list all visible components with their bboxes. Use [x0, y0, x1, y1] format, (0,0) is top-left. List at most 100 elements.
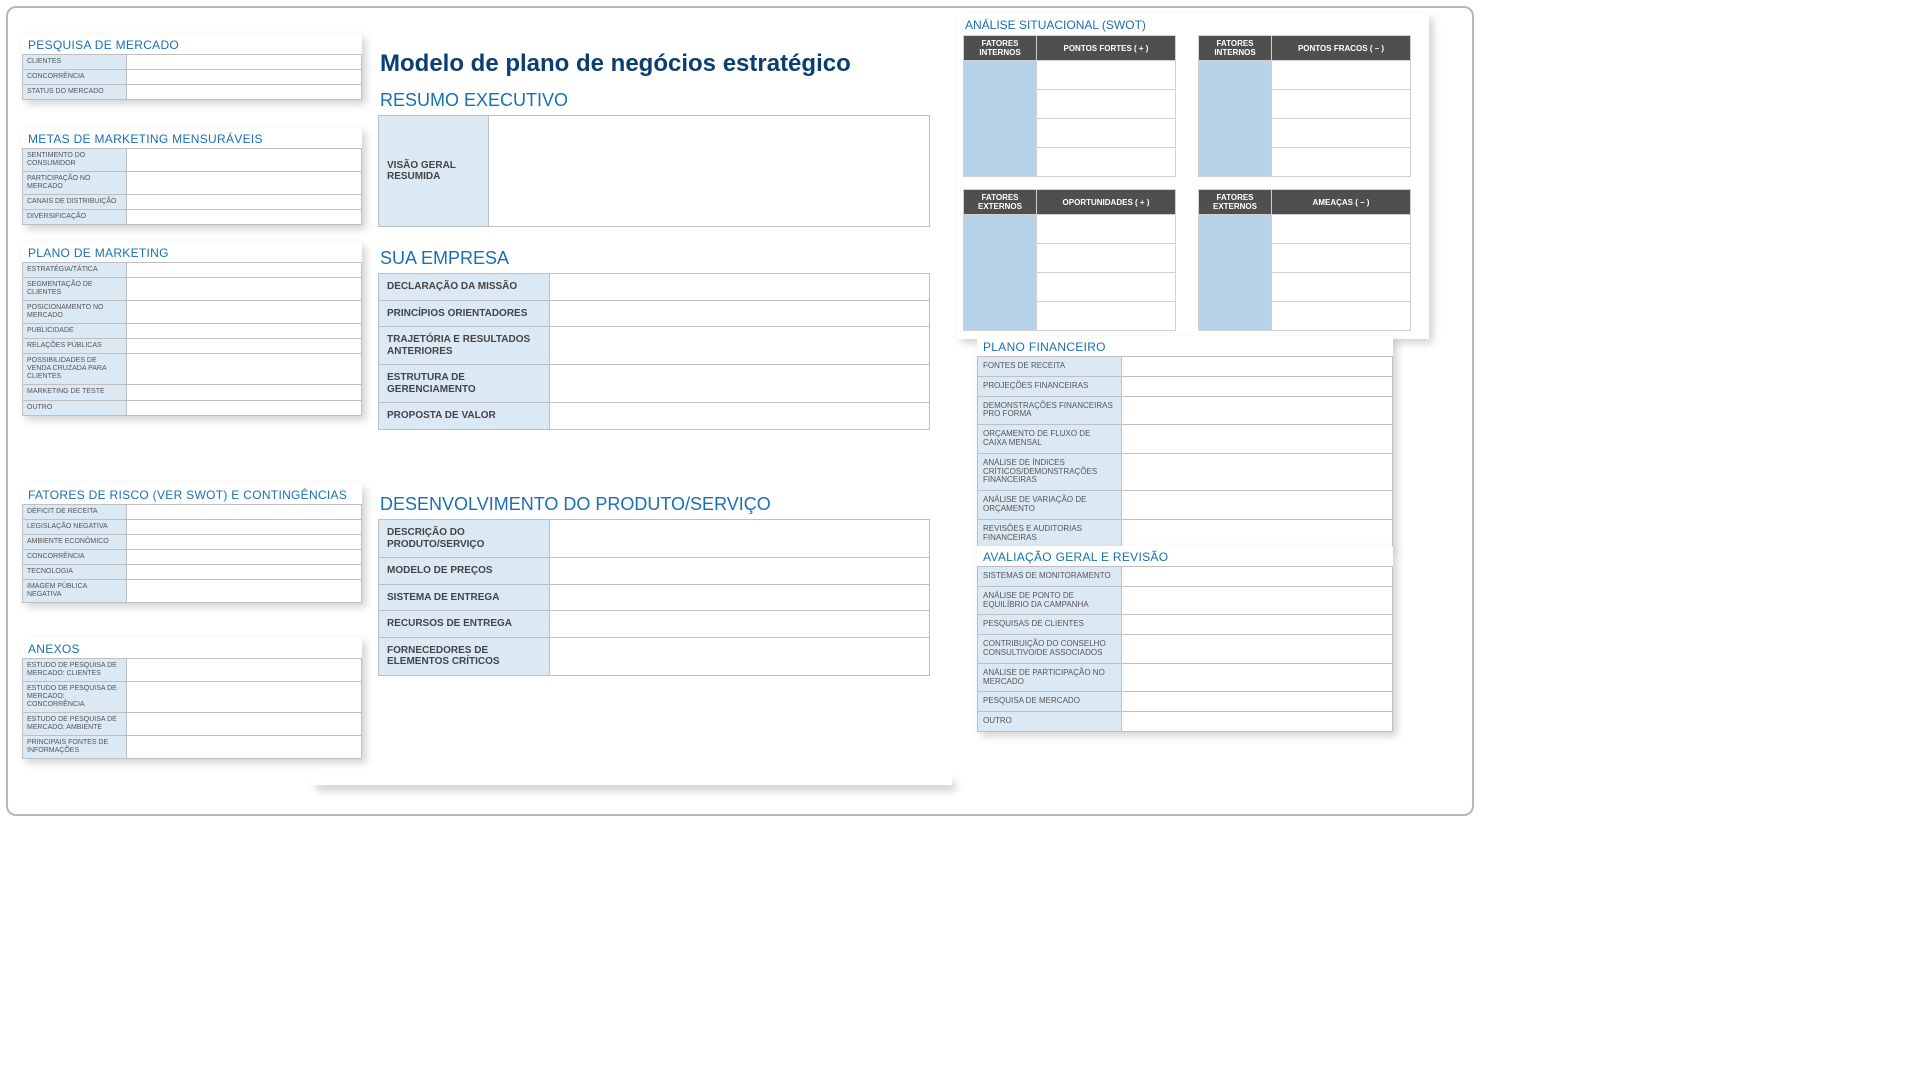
row-value[interactable]: [126, 550, 361, 565]
swot-cell[interactable]: [1272, 148, 1411, 177]
row-value[interactable]: [126, 301, 361, 324]
row-label: CONCORRÊNCIA: [23, 550, 127, 565]
row-value[interactable]: [1121, 453, 1392, 490]
swot-cell[interactable]: [1272, 302, 1411, 331]
row-label: PUBLICIDADE: [23, 324, 127, 339]
swot-cell[interactable]: [1037, 61, 1176, 90]
row-value[interactable]: [126, 520, 361, 535]
table-pesquisa-mercado: CLIENTES CONCORRÊNCIA STATUS DO MERCADO: [22, 54, 362, 100]
swot-cell[interactable]: [1037, 302, 1176, 331]
row-value[interactable]: [126, 565, 361, 580]
table-row: PESQUISA DE MERCADO: [978, 692, 1393, 712]
row-value[interactable]: [550, 403, 930, 430]
row-value[interactable]: [126, 55, 361, 70]
swot-body-header: AMEAÇAS ( – ): [1272, 190, 1411, 215]
table-metas-marketing: SENTIMENTO DO CONSUMIDOR PARTICIPAÇÃO NO…: [22, 148, 362, 225]
swot-row: [1199, 61, 1411, 90]
row-value[interactable]: [1121, 519, 1392, 548]
table-row: CONCORRÊNCIA: [23, 70, 362, 85]
row-label: RELAÇÕES PÚBLICAS: [23, 339, 127, 354]
table-row: DESCRIÇÃO DO PRODUTO/SERVIÇO: [379, 520, 930, 558]
swot-side-cell[interactable]: [1199, 215, 1272, 331]
row-value[interactable]: [550, 274, 930, 301]
row-value[interactable]: [126, 263, 361, 278]
row-value[interactable]: [126, 659, 361, 682]
row-value[interactable]: [550, 584, 930, 611]
row-value[interactable]: [1121, 712, 1392, 732]
swot-cell[interactable]: [1037, 215, 1176, 244]
swot-cell[interactable]: [1272, 61, 1411, 90]
row-value[interactable]: [126, 713, 361, 736]
card-avaliacao-geral: AVALIAÇÃO GERAL E REVISÃO SISTEMAS DE MO…: [977, 546, 1393, 732]
swot-side-cell[interactable]: [964, 61, 1037, 177]
row-value[interactable]: [550, 300, 930, 327]
row-value[interactable]: [126, 70, 361, 85]
row-value[interactable]: [126, 682, 361, 713]
row-value[interactable]: [126, 400, 361, 415]
row-label: DECLARAÇÃO DA MISSÃO: [379, 274, 550, 301]
row-value[interactable]: [550, 365, 930, 403]
row-value[interactable]: [126, 385, 361, 400]
row-value[interactable]: [1121, 567, 1392, 587]
swot-cell[interactable]: [1037, 119, 1176, 148]
row-value[interactable]: [1121, 376, 1392, 396]
row-value[interactable]: [550, 637, 930, 675]
table-row: TECNOLOGIA: [23, 565, 362, 580]
card-pesquisa-mercado: PESQUISA DE MERCADO CLIENTES CONCORRÊNCI…: [22, 34, 362, 100]
table-row: CONCORRÊNCIA: [23, 550, 362, 565]
row-value[interactable]: [126, 149, 361, 172]
card-resumo-executivo: RESUMO EXECUTIVO VISÃO GERAL RESUMIDA: [378, 90, 930, 233]
swot-cell[interactable]: [1272, 215, 1411, 244]
row-value[interactable]: [1121, 586, 1392, 615]
swot-cell[interactable]: [1272, 119, 1411, 148]
row-label: PROPOSTA DE VALOR: [379, 403, 550, 430]
row-value[interactable]: [126, 278, 361, 301]
row-value[interactable]: [126, 172, 361, 195]
row-value[interactable]: [550, 327, 930, 365]
row-value[interactable]: [550, 611, 930, 638]
row-value[interactable]: [126, 210, 361, 225]
row-value[interactable]: [126, 354, 361, 385]
row-label: PARTICIPAÇÃO NO MERCADO: [23, 172, 127, 195]
row-value[interactable]: [126, 736, 361, 759]
row-value[interactable]: [1121, 425, 1392, 454]
swot-cell[interactable]: [1037, 273, 1176, 302]
row-value[interactable]: [1121, 692, 1392, 712]
swot-cell[interactable]: [1037, 148, 1176, 177]
table-row: SEGMENTAÇÃO DE CLIENTES: [23, 278, 362, 301]
swot-side-cell[interactable]: [964, 215, 1037, 331]
swot-weaknesses: FATORES INTERNOSPONTOS FRACOS ( – ): [1198, 35, 1411, 177]
row-label: PRINCIPAIS FONTES DE INFORMAÇÕES: [23, 736, 127, 759]
row-label: IMAGEM PÚBLICA NEGATIVA: [23, 580, 127, 603]
row-value[interactable]: [126, 324, 361, 339]
swot-side-cell[interactable]: [1199, 61, 1272, 177]
swot-cell[interactable]: [1272, 273, 1411, 302]
card-anexos: ANEXOS ESTUDO DE PESQUISA DE MERCADO: CL…: [22, 638, 362, 759]
row-value[interactable]: [1121, 396, 1392, 425]
table-row: REVISÕES E AUDITORIAS FINANCEIRAS: [978, 519, 1393, 548]
swot-cell[interactable]: [1037, 90, 1176, 119]
row-value[interactable]: [1121, 663, 1392, 692]
row-value[interactable]: [126, 85, 361, 100]
row-value[interactable]: [1121, 635, 1392, 664]
row-value[interactable]: [126, 195, 361, 210]
row-value[interactable]: [550, 558, 930, 585]
swot-cell[interactable]: [1272, 90, 1411, 119]
section-title: SUA EMPRESA: [378, 248, 930, 273]
swot-cell[interactable]: [1037, 244, 1176, 273]
row-value[interactable]: [1121, 491, 1392, 520]
row-value[interactable]: [550, 520, 930, 558]
row-value[interactable]: [126, 580, 361, 603]
row-value[interactable]: [1121, 615, 1392, 635]
swot-cell[interactable]: [1272, 244, 1411, 273]
table-row: ANÁLISE DE ÍNDICES CRÍTICOS/DEMONSTRAÇÕE…: [978, 453, 1393, 490]
card-desenvolvimento: DESENVOLVIMENTO DO PRODUTO/SERVIÇO DESCR…: [378, 494, 930, 676]
row-value[interactable]: [489, 116, 930, 227]
table-row: PARTICIPAÇÃO NO MERCADO: [23, 172, 362, 195]
row-label: SISTEMA DE ENTREGA: [379, 584, 550, 611]
card-metas-marketing: METAS DE MARKETING MENSURÁVEIS SENTIMENT…: [22, 128, 362, 225]
row-value[interactable]: [126, 535, 361, 550]
row-value[interactable]: [126, 339, 361, 354]
row-value[interactable]: [126, 505, 361, 520]
row-value[interactable]: [1121, 357, 1392, 377]
